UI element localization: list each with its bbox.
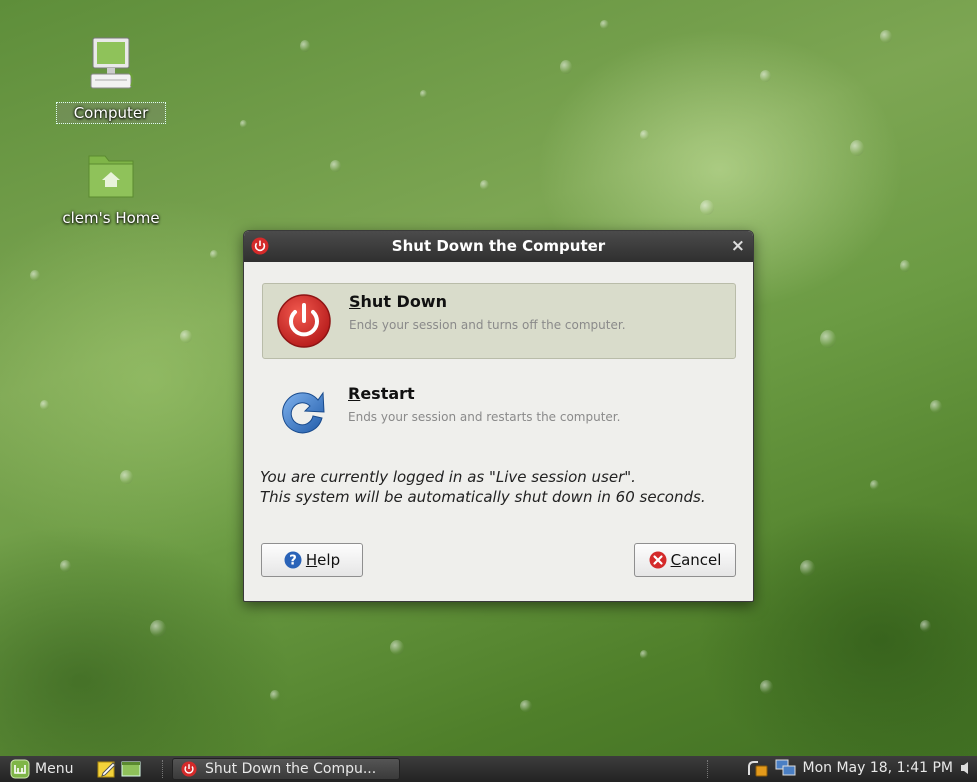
- network-icon[interactable]: [775, 759, 797, 777]
- shut-down-description: Ends your session and turns off the comp…: [349, 318, 626, 332]
- computer-icon: [90, 37, 134, 89]
- restart-label: Restart: [348, 384, 415, 403]
- auto-shutdown-text: This system will be automatically shut d…: [260, 488, 706, 506]
- cancel-icon: [649, 551, 667, 569]
- help-label: Help: [305, 551, 341, 569]
- cancel-label: Cancel: [670, 551, 722, 569]
- update-manager-icon[interactable]: [747, 759, 769, 777]
- dialog-titlebar[interactable]: Shut Down the Computer ×: [244, 231, 753, 262]
- shutdown-dialog: Shut Down the Computer × Shut Down Ends …: [243, 230, 754, 602]
- taskbar-separator: [707, 760, 710, 778]
- logged-in-text: You are currently logged in as "Live ses…: [260, 468, 636, 486]
- desktop-icon-computer[interactable]: Computer: [56, 34, 166, 124]
- help-button[interactable]: ? Help: [261, 543, 363, 577]
- help-icon: ?: [284, 551, 302, 569]
- clock[interactable]: Mon May 18, 1:41 PM: [803, 760, 954, 776]
- shut-down-label: Shut Down: [349, 292, 447, 311]
- desktop-icon-label: Computer: [56, 102, 166, 124]
- restart-description: Ends your session and restarts the compu…: [348, 410, 621, 424]
- restart-option[interactable]: Restart Ends your session and restarts t…: [262, 376, 734, 450]
- mint-logo-icon: [10, 759, 30, 779]
- desktop-icon-home[interactable]: clem's Home: [56, 146, 166, 228]
- taskbar: Menu Shut Down the Compu... Mon May 18, …: [0, 756, 977, 782]
- svg-text:?: ?: [289, 554, 297, 569]
- close-icon[interactable]: ×: [731, 236, 745, 256]
- menu-button[interactable]: Menu: [10, 759, 73, 779]
- taskbar-separator: [162, 760, 165, 778]
- desktop-icon-label: clem's Home: [62, 209, 160, 227]
- session-message: You are currently logged in as "Live ses…: [260, 467, 706, 507]
- cancel-button[interactable]: Cancel: [634, 543, 736, 577]
- taskbar-window-shutdown[interactable]: Shut Down the Compu...: [172, 758, 400, 780]
- show-desktop-icon[interactable]: [121, 761, 141, 777]
- menu-label: Menu: [35, 761, 74, 777]
- power-icon: [181, 761, 197, 777]
- text-editor-icon[interactable]: [97, 760, 117, 778]
- dialog-title: Shut Down the Computer: [391, 237, 606, 255]
- home-folder-icon: [88, 155, 134, 198]
- shut-down-option[interactable]: Shut Down Ends your session and turns of…: [262, 283, 736, 359]
- system-tray: Mon May 18, 1:41 PM: [747, 759, 972, 777]
- power-icon: [277, 294, 331, 348]
- restart-icon: [282, 391, 325, 434]
- taskbar-window-label: Shut Down the Compu...: [205, 761, 377, 777]
- volume-icon[interactable]: [959, 760, 971, 776]
